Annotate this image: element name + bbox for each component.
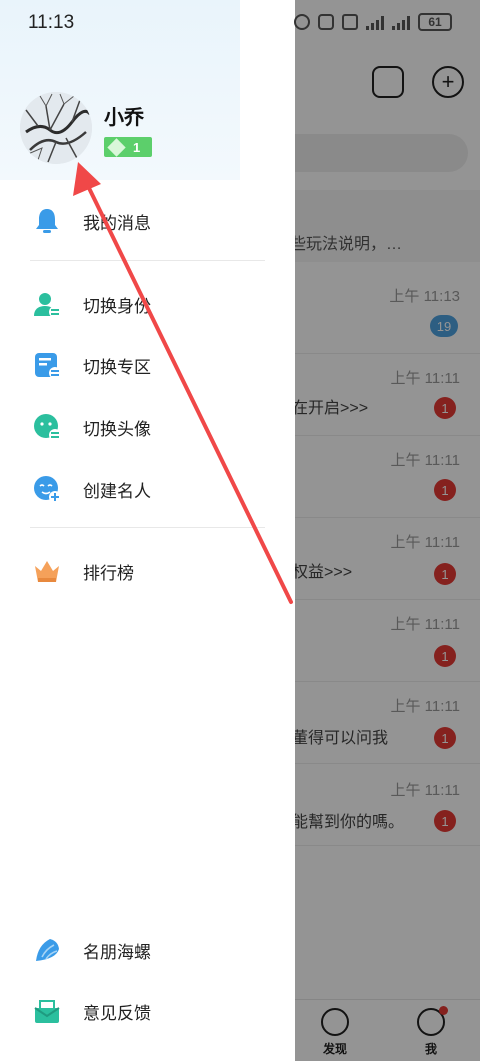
menu-label: 我的消息 [83,213,151,233]
menu-label: 意见反馈 [83,1003,151,1023]
level-number: 1 [133,139,141,155]
signal-icon [366,14,384,30]
avatar-tree-image [20,92,92,164]
battery-icon: 61 [418,13,452,31]
side-drawer: 小乔 1 我的消息 切换身份 切换专区 切换头像 创建名人 排行榜 名朋海螺 意… [0,0,295,1061]
bell-icon [36,209,58,233]
menu-label: 排行榜 [83,563,134,583]
menu-my-messages[interactable]: 我的消息 [0,196,295,246]
status-icons: 61 [294,13,452,31]
menu-label: 创建名人 [83,481,151,501]
create-celebrity-icon [34,476,61,503]
signal-icon-2 [392,14,410,30]
menu-label: 名朋海螺 [83,942,151,962]
avatar[interactable] [20,92,92,164]
feedback-icon [34,1000,60,1023]
menu-switch-avatar[interactable]: 切换头像 [0,402,295,452]
level-badge: 1 [104,137,152,157]
crown-icon [35,561,59,582]
user-name[interactable]: 小乔 [104,101,144,130]
conch-icon [36,939,59,961]
menu-label: 切换专区 [83,357,151,377]
menu-label: 切换身份 [83,296,151,316]
menu-leaderboard[interactable]: 排行榜 [0,546,295,596]
divider [30,260,265,261]
menu-create-celebrity[interactable]: 创建名人 [0,464,295,514]
mute-icon [342,14,358,30]
alarm-icon [294,14,310,30]
menu-conch[interactable]: 名朋海螺 [0,925,295,975]
switch-zone-icon [35,353,61,379]
bluetooth-battery-icon [318,14,334,30]
menu-label: 切换头像 [83,419,151,439]
menu-switch-identity[interactable]: 切换身份 [0,279,295,329]
switch-avatar-icon [34,414,61,441]
status-bar: 11:13 61 [0,0,480,48]
diamond-icon [107,137,126,157]
status-time: 11:13 [28,12,75,33]
menu-switch-zone[interactable]: 切换专区 [0,340,295,390]
menu-feedback[interactable]: 意见反馈 [0,986,295,1036]
switch-identity-icon [34,293,61,318]
divider [30,527,265,528]
